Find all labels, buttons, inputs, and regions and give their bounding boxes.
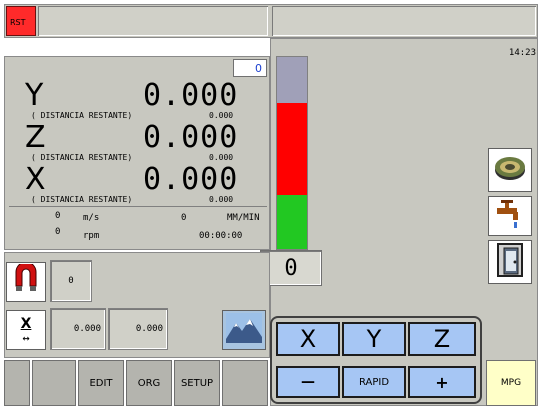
field-a-value: 0.000 [73,324,101,334]
rst-button[interactable]: RST [6,6,36,36]
feed-value: 0 [181,213,187,223]
softkey-6[interactable] [222,360,268,406]
field-a-box: 0.000 [50,308,106,350]
speed-unit: m/s [83,213,100,223]
jog-y-label: Y [366,325,382,353]
status-area [272,6,536,36]
softkey-setup-label: SETUP [180,377,214,389]
remaining-label: ( DISTANCIA RESTANTE) [31,111,133,120]
jog-x-button[interactable]: X [276,322,340,356]
magnet-value: 0 [68,276,74,286]
axis-row-y: Y 0.000 ( DISTANCIA RESTANTE) 0.000 [5,79,271,123]
axis-position: 0.000 [143,120,239,155]
jog-plus-button[interactable]: + [408,366,476,398]
jog-z-label: Z [433,325,451,353]
load-gauge [276,56,308,250]
jog-minus-label: — [301,374,315,390]
message-area [38,6,268,36]
mpg-label: MPG [500,378,522,388]
round-part-button[interactable] [488,148,532,192]
dro-divider [9,206,267,207]
clock-display: 14:23 [496,40,536,58]
softkey-edit[interactable]: EDIT [78,360,124,406]
softkey-edit-label: EDIT [89,377,113,389]
remaining-value: 0.000 [209,195,234,204]
tool-number: 0 [255,61,262,75]
axis-row-z: Z 0.000 ( DISTANCIA RESTANTE) 0.000 [5,121,271,165]
softkey-org-label: ORG [137,377,161,389]
mountain-scene-icon [226,313,262,347]
magnet-icon [10,261,42,300]
round-part-icon [492,150,528,190]
rst-label: RST [10,18,26,27]
remaining-label: ( DISTANCIA RESTANTE) [31,153,133,162]
double-arrow-icon: ↔ [22,331,30,345]
gauge-bottom-segment [277,195,307,249]
axis-row-x: X 0.000 ( DISTANCIA RESTANTE) 0.000 [5,163,271,207]
softkey-2[interactable] [32,360,76,406]
softkey-org[interactable]: ORG [126,360,172,406]
axis-letter: Y [25,78,44,113]
remaining-value: 0.000 [209,153,234,162]
feed-unit: MM/MIN [227,213,260,223]
jog-minus-button[interactable]: — [276,366,340,398]
softkey-1[interactable] [4,360,30,406]
speed-value: 0 [55,211,61,221]
axis-position: 0.000 [143,162,239,197]
jog-z-button[interactable]: Z [408,322,476,356]
door-icon [495,242,525,282]
coolant-tap-icon [493,198,527,234]
softkey-setup[interactable]: SETUP [174,360,220,406]
jog-plus-label: + [435,372,449,392]
magnet-value-box: 0 [50,260,92,302]
clock: 14:23 [508,48,536,58]
gauge-value: 0 [284,255,298,281]
spindle-value: 0 [55,227,61,237]
coolant-button[interactable] [488,196,532,236]
field-b-value: 0.000 [135,324,163,334]
axis-letter: Z [25,120,46,155]
jog-y-button[interactable]: Y [342,322,406,356]
axis-select-label: X [20,316,32,332]
spindle-unit: rpm [83,231,100,241]
rapid-label: RAPID [358,376,390,388]
rapid-button[interactable]: RAPID [342,366,406,398]
magnet-button[interactable] [6,261,46,302]
axis-position: 0.000 [143,78,239,113]
door-button[interactable] [488,240,532,284]
tool-number-box: 0 [233,59,267,77]
gauge-middle-segment [277,103,307,195]
field-b-box: 0.000 [108,308,168,350]
elapsed-time: 00:00:00 [199,231,243,241]
axis-letter: X [25,162,46,197]
remaining-label: ( DISTANCIA RESTANTE) [31,195,133,204]
mpg-button[interactable]: MPG [486,360,536,406]
scene-button[interactable] [222,310,266,350]
axis-select-button[interactable]: X ↔ [6,310,46,350]
gauge-top-segment [277,57,307,103]
dro-panel: 0 Y 0.000 ( DISTANCIA RESTANTE) 0.000 Z … [4,56,270,250]
jog-x-label: X [299,325,317,353]
remaining-value: 0.000 [209,111,234,120]
